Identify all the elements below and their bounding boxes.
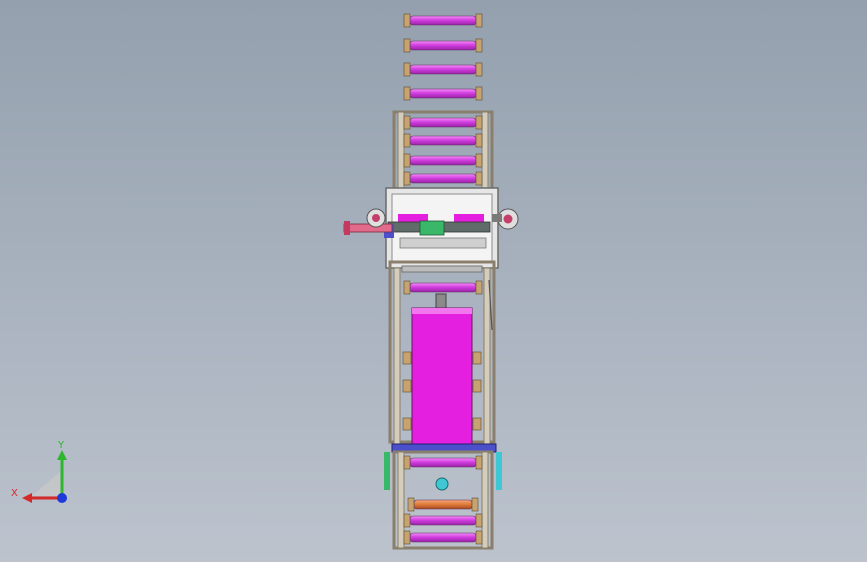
upper-roller-1 (409, 117, 477, 128)
upper-frame-left-rail (397, 111, 405, 193)
bottom-roller-3-end-left (403, 530, 411, 545)
bottom-roller-1 (409, 457, 477, 468)
upper-roller-4-end-left (403, 171, 411, 186)
middle-left-rail (393, 267, 401, 445)
mid-roller-1-end-right (475, 280, 483, 295)
side-roller-end-right-2 (472, 379, 482, 393)
upper-roller-4-end-right (475, 171, 483, 186)
conveyor-model[interactable] (0, 0, 867, 562)
y-axis-arrowhead (57, 450, 67, 460)
bottom-roller-2 (409, 515, 477, 526)
side-roller-end-right-1 (472, 351, 482, 365)
bottom-roller-1-end-right (475, 455, 483, 470)
left-wheel-hub (372, 214, 380, 222)
bottom-roller-2-end-right (475, 513, 483, 528)
upper-roller-1-end-right (475, 115, 483, 130)
top-roller-3 (409, 64, 477, 75)
lower-beam (399, 237, 487, 249)
x-axis-label: X (11, 488, 18, 499)
x-axis-arrowhead (22, 493, 32, 503)
right-wheel-bracket (492, 214, 502, 222)
right-wheel-hub (503, 214, 513, 224)
top-roller-1-end-left (403, 13, 411, 28)
top-roller-1-end-right (475, 13, 483, 28)
top-roller-3-end-left (403, 62, 411, 77)
top-roller-2-end-left (403, 38, 411, 53)
center-post (435, 293, 447, 309)
cyan-post-right (496, 452, 502, 490)
bottom-roller-2-end-left (403, 513, 411, 528)
orange-roller-end-right (471, 497, 479, 512)
top-roller-4-end-right (475, 86, 483, 101)
side-roller-end-left-2 (402, 379, 412, 393)
top-roller-2-end-right (475, 38, 483, 53)
side-roller-end-left-1 (402, 351, 412, 365)
bottom-left-rail (397, 451, 405, 549)
green-post-left (384, 452, 390, 490)
mid-crossbar (401, 265, 483, 273)
side-roller-end-left-3 (402, 417, 412, 431)
upper-frame-right-rail (481, 111, 489, 193)
upper-roller-3-end-right (475, 153, 483, 168)
magenta-pallet-top (412, 308, 472, 314)
top-roller-4-end-left (403, 86, 411, 101)
mid-roller-1-end-left (403, 280, 411, 295)
center-actuator (419, 220, 445, 236)
top-roller-2 (409, 40, 477, 51)
top-roller-1 (409, 15, 477, 26)
top-roller-4 (409, 88, 477, 99)
upper-roller-4 (409, 173, 477, 184)
orange-roller-end-left (407, 497, 415, 512)
axis-triad: X Y (8, 438, 78, 510)
mid-roller-1 (409, 282, 477, 293)
bottom-roller-3 (409, 532, 477, 543)
bottom-right-rail (481, 451, 489, 549)
triad-plane-shading (32, 470, 62, 496)
z-axis-dot (57, 493, 67, 503)
upper-roller-2-end-right (475, 133, 483, 148)
left-cylinder-cap (344, 221, 350, 235)
middle-right-rail (483, 267, 491, 445)
bottom-roller-3-end-right (475, 530, 483, 545)
upper-roller-3-end-left (403, 153, 411, 168)
top-roller-3-end-right (475, 62, 483, 77)
pad-right (454, 214, 484, 222)
upper-roller-2-end-left (403, 133, 411, 148)
upper-roller-1-end-left (403, 115, 411, 130)
left-cylinder (343, 223, 393, 233)
cad-viewport[interactable] (0, 0, 867, 562)
upper-roller-2 (409, 135, 477, 146)
bottom-roller-1-end-left (403, 455, 411, 470)
y-axis-label: Y (57, 440, 65, 451)
side-roller-end-right-3 (472, 417, 482, 431)
magenta-pallet (411, 307, 473, 447)
orange-roller (413, 499, 473, 510)
cyan-sensor (435, 477, 449, 491)
upper-roller-3 (409, 155, 477, 166)
